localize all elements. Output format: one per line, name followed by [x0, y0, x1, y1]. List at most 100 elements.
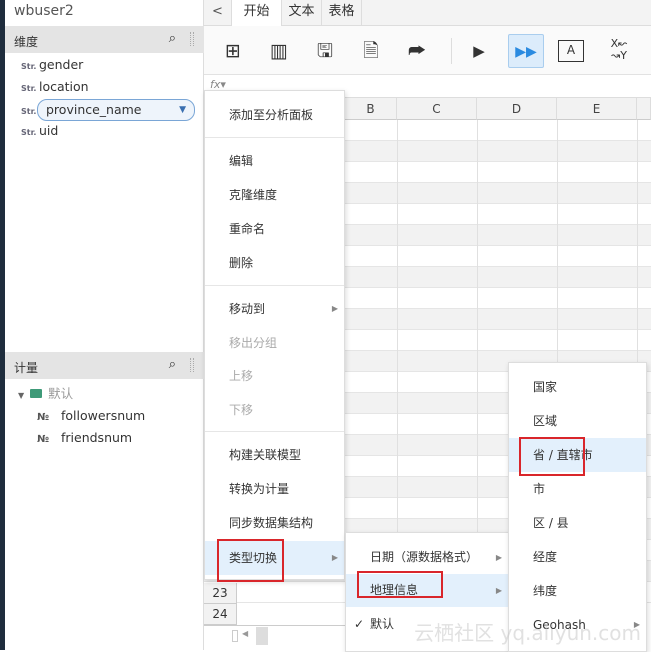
- tab-text[interactable]: 文本: [282, 0, 322, 26]
- menu-item[interactable]: 编辑: [205, 146, 344, 176]
- left-panel: wbuser2 维度 ⌕ Str. gender Str. location Str…: [0, 0, 204, 650]
- chevron-right-icon: ▶: [331, 553, 338, 562]
- menu-item[interactable]: 区域: [509, 404, 646, 438]
- menu-item-label: 同步数据集结构: [229, 516, 314, 530]
- menu-item-label: 日期（源数据格式）: [370, 550, 479, 564]
- menu-item-label: 移出分组: [229, 336, 278, 350]
- menu-item-label: 构建关联模型: [229, 448, 302, 462]
- toolbar: ⊞ ▥ 🖫 🗎 ⮫ ▶ ▶▶ A X↜ ↝Y: [204, 26, 651, 75]
- menu-item[interactable]: 转换为计量: [205, 474, 344, 504]
- field-name: friendsnum: [61, 430, 133, 445]
- watermark: 云栖社区 yq.aliyun.com: [414, 621, 641, 645]
- row-number-23[interactable]: 23: [204, 583, 237, 604]
- search-icon[interactable]: ⌕: [169, 31, 176, 46]
- menu-item: 移出分组: [205, 328, 344, 358]
- add-table-icon[interactable]: ⊞: [220, 38, 246, 64]
- menu-item[interactable]: 日期（源数据格式） ▶: [346, 541, 508, 574]
- chevron-right-icon: ▶: [495, 553, 502, 562]
- menu-item-label: 下移: [229, 403, 254, 417]
- scroll-thumb[interactable]: [256, 627, 268, 645]
- column-header-f[interactable]: [637, 98, 651, 120]
- search-icon[interactable]: ⌕: [169, 357, 176, 372]
- string-type-icon: Str.: [21, 62, 37, 71]
- menu-item-label: 默认: [370, 617, 395, 631]
- menu-item[interactable]: 克隆维度: [205, 180, 344, 210]
- text-format-icon[interactable]: A: [558, 40, 584, 62]
- menu-item-label: 区域: [533, 414, 558, 428]
- menu-item[interactable]: 纬度: [509, 574, 646, 608]
- menu-item[interactable]: 构建关联模型: [205, 440, 344, 470]
- measures-header: 计量 ⌕: [5, 352, 204, 379]
- menu-item[interactable]: 重命名: [205, 214, 344, 244]
- menu-item[interactable]: 市: [509, 472, 646, 506]
- tab-start[interactable]: 开始: [232, 0, 282, 27]
- chevron-right-icon: ▶: [331, 304, 338, 313]
- menu-item[interactable]: 国家: [509, 370, 646, 404]
- drag-handle-icon[interactable]: [190, 32, 194, 46]
- menu-item-label: 添加至分析面板: [229, 108, 314, 122]
- field-name: location: [39, 79, 89, 94]
- measure-item-friendsnum[interactable]: № friendsnum: [37, 428, 132, 448]
- sidebar-stripe: [0, 0, 5, 650]
- scroll-left-icon[interactable]: ◀: [242, 629, 248, 638]
- field-name: followersnum: [61, 408, 146, 423]
- tab-bar: < 开始 文本 表格: [204, 0, 651, 27]
- save-as-icon[interactable]: 🗎: [358, 38, 384, 64]
- menu-item: 下移: [205, 395, 344, 425]
- geo-info-submenu: 国家 区域省 / 直辖市市区 / 县经度 纬度 Geohash ▶: [508, 362, 647, 652]
- selected-field-pill[interactable]: province_name ▼: [37, 99, 195, 121]
- dimension-item-location[interactable]: Str. location: [21, 77, 89, 97]
- share-icon[interactable]: ⮫: [404, 38, 430, 64]
- scroll-handle[interactable]: [232, 630, 238, 642]
- field-name: uid: [39, 123, 59, 138]
- column-header-e[interactable]: E: [557, 98, 637, 120]
- menu-item[interactable]: 删除: [205, 248, 344, 278]
- menu-item[interactable]: 添加至分析面板: [205, 100, 344, 130]
- context-menu: 添加至分析面板 编辑 克隆维度 重命名 删除 移动到 ▶ 移出分组 上移 下移 构建关联模型 转换为计…: [204, 90, 345, 580]
- row-number-24[interactable]: 24: [204, 604, 237, 625]
- dimensions-header: 维度 ⌕: [5, 26, 204, 53]
- menu-divider: [205, 137, 344, 138]
- back-button[interactable]: <: [204, 0, 232, 26]
- drag-handle-icon[interactable]: [190, 358, 194, 372]
- run-icon[interactable]: ▶: [466, 38, 492, 64]
- menu-item-label: 移动到: [229, 302, 266, 316]
- string-type-icon: Str.: [21, 128, 37, 137]
- measure-folder-default[interactable]: ▼ 默认: [18, 384, 73, 404]
- check-icon: ✓: [354, 617, 365, 631]
- horizontal-scrollbar[interactable]: ◀: [204, 625, 345, 645]
- chevron-down-icon[interactable]: ▼: [179, 100, 186, 120]
- menu-item[interactable]: 移动到 ▶: [205, 294, 344, 324]
- menu-item-label: 克隆维度: [229, 188, 278, 202]
- annotation-box-province: [519, 437, 585, 476]
- dimension-item-uid[interactable]: Str. uid: [21, 121, 58, 141]
- string-type-icon: Str.: [21, 84, 37, 93]
- number-type-icon: №: [37, 412, 50, 423]
- run-all-icon[interactable]: ▶▶: [508, 34, 544, 68]
- save-icon[interactable]: 🖫: [312, 38, 338, 64]
- add-chart-icon[interactable]: ▥: [266, 38, 292, 64]
- menu-item-label: 纬度: [533, 584, 558, 598]
- column-header-b[interactable]: B: [345, 98, 397, 120]
- dimension-item-province-name[interactable]: Str. province_name ▼: [21, 99, 195, 121]
- measure-item-followersnum[interactable]: № followersnum: [37, 406, 145, 426]
- toolbar-divider: [451, 38, 452, 64]
- dimension-item-gender[interactable]: Str. gender: [21, 55, 83, 75]
- swap-xy-icon[interactable]: X↜ ↝Y: [606, 38, 632, 64]
- tab-table[interactable]: 表格: [322, 0, 362, 26]
- chevron-right-icon: ▶: [495, 586, 502, 595]
- annotation-box-geo-info: [357, 571, 443, 598]
- dataset-title: wbuser2: [14, 3, 74, 19]
- menu-item-label: 市: [533, 482, 546, 496]
- menu-divider: [205, 285, 344, 286]
- menu-item-label: 经度: [533, 550, 558, 564]
- menu-item[interactable]: 同步数据集结构: [205, 508, 344, 538]
- folder-icon: [30, 389, 43, 398]
- menu-item[interactable]: 区 / 县: [509, 506, 646, 540]
- column-header-c[interactable]: C: [397, 98, 477, 120]
- menu-item-label: 编辑: [229, 154, 254, 168]
- caret-down-icon[interactable]: ▼: [18, 391, 24, 400]
- column-header-d[interactable]: D: [477, 98, 557, 120]
- menu-item[interactable]: 经度: [509, 540, 646, 574]
- menu-divider: [205, 431, 344, 432]
